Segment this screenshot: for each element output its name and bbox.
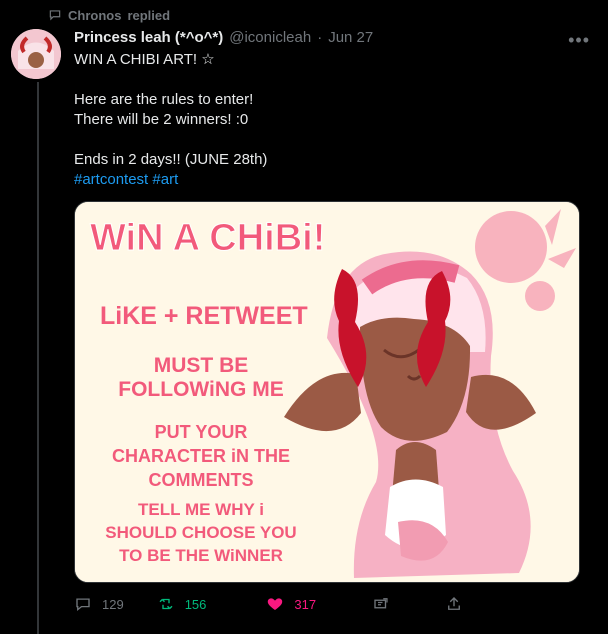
upload-button[interactable] — [445, 595, 463, 613]
heart-icon — [268, 598, 283, 610]
speech-bubble-icon — [49, 10, 61, 21]
poster-title: WiN A CHiBi! — [90, 217, 325, 259]
reply-icon — [76, 598, 90, 612]
share-button[interactable] — [372, 595, 390, 613]
poster-rule-2-line-2: FOLLOWiNG ME — [118, 378, 283, 401]
more-icon[interactable]: ••• — [568, 30, 590, 51]
context-action: replied — [127, 7, 171, 23]
tweet-text: WIN A CHIBI ART! ☆ Here are the rules to… — [74, 51, 268, 168]
social-context: Chronos replied — [48, 6, 170, 24]
upload-icon — [448, 597, 461, 610]
retweet-count: 156 — [184, 596, 207, 612]
tweet-date[interactable]: Jun 27 — [328, 29, 373, 46]
poster-rule-3-line-2: CHARACTER iN THE — [112, 446, 290, 466]
hashtag-art[interactable]: #art — [152, 171, 178, 188]
poster-rule-2-line-1: MUST BE — [154, 354, 249, 377]
retweet-button[interactable]: 156 — [157, 595, 207, 613]
tweet-header: Princess leah (*^o^*) @iconicleah · Jun … — [74, 26, 588, 48]
hashtag-artcontest[interactable]: #artcontest — [74, 171, 148, 188]
display-name[interactable]: Princess leah (*^o^*) — [74, 29, 223, 46]
poster-rule-1: LiKE + RETWEET — [100, 302, 308, 330]
poster-rule-4-line-2: SHOULD CHOOSE YOU — [105, 523, 296, 542]
context-user[interactable]: Chronos — [68, 8, 121, 23]
thread-line — [37, 82, 39, 634]
reply-count: 129 — [102, 596, 124, 612]
action-bar: 129 156 317 — [74, 590, 524, 618]
poster-rule-4-line-1: TELL ME WHY i — [138, 500, 264, 519]
avatar[interactable] — [11, 29, 61, 79]
poster-rule-4-line-3: TO BE THE WiNNER — [119, 546, 283, 565]
user-handle[interactable]: @iconicleah — [229, 29, 311, 46]
like-count: 317 — [294, 596, 317, 612]
poster-rule-3-line-1: PUT YOUR — [155, 422, 248, 442]
reply-button[interactable]: 129 — [74, 595, 124, 613]
tweet-image[interactable]: WiN A CHiBi! LiKE + RETWEET MUST BE FOLL… — [74, 201, 580, 583]
poster-rule-3-line-3: COMMENTS — [149, 470, 254, 490]
separator-dot: · — [317, 28, 323, 46]
like-button[interactable]: 317 — [266, 595, 316, 613]
hashtags: #artcontest #art — [74, 170, 178, 190]
share-icon — [374, 598, 388, 609]
retweet-icon — [159, 598, 173, 610]
